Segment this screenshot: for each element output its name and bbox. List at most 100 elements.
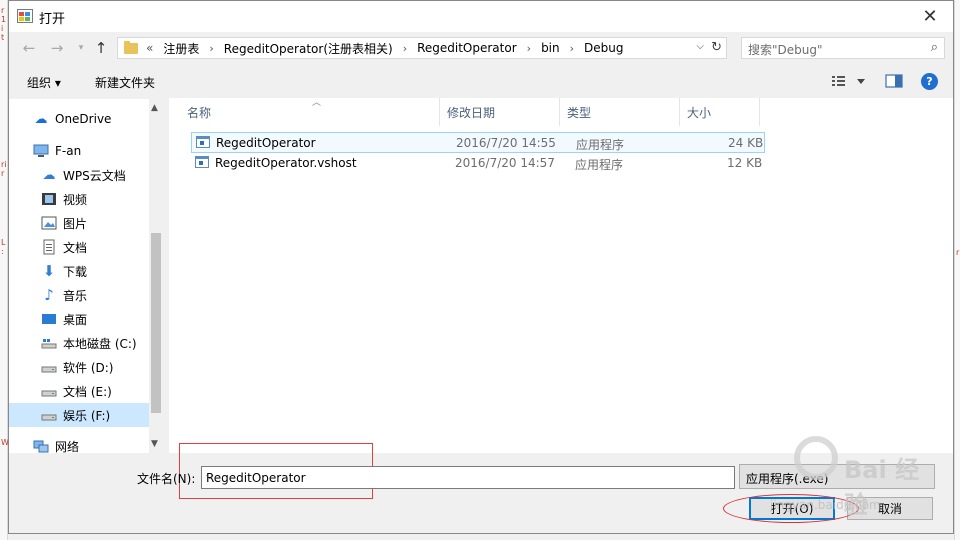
column-header-label: 类型 [567, 105, 592, 120]
column-header-date[interactable]: 修改日期 [440, 98, 560, 126]
sidebar-item-onedrive[interactable]: ☁ OneDrive [9, 107, 149, 131]
background-right-strip: r [954, 0, 960, 540]
sidebar-item-documents[interactable]: 文档 [9, 235, 149, 259]
filename-input[interactable]: RegeditOperator ⌵ [201, 466, 735, 489]
close-icon: ✕ [922, 6, 938, 27]
refresh-icon[interactable]: ↻ [711, 40, 722, 55]
column-header-name[interactable]: 名称 [180, 98, 440, 126]
sidebar-item-label: 下载 [63, 264, 88, 279]
file-size: 12 KB [727, 156, 763, 170]
sidebar-item-label: 软件 (D:) [63, 360, 114, 375]
scrollbar-thumb[interactable] [151, 233, 161, 413]
breadcrumb-item[interactable]: 注册表 [163, 40, 199, 57]
music-icon: ♪ [44, 286, 54, 304]
preview-pane-icon[interactable] [885, 73, 903, 89]
application-icon [196, 136, 210, 148]
breadcrumb-overflow-icon[interactable]: « [146, 41, 153, 55]
breadcrumb-separator-icon[interactable]: › [527, 42, 531, 55]
background-marks: r1it [1, 6, 7, 42]
view-options-icon[interactable] [831, 73, 869, 89]
file-size: 24 KB [728, 136, 764, 150]
address-bar[interactable]: « 注册表 › RegeditOperator(注册表相关) › Regedit… [117, 37, 727, 59]
sidebar-item-wps-cloud[interactable]: ☁ WPS云文档 [9, 163, 149, 187]
breadcrumb-item[interactable]: RegeditOperator [417, 41, 517, 55]
dialog-title: 打开 [39, 12, 66, 27]
forward-arrow-icon: → [50, 39, 64, 57]
navigation-pane: ☁ OneDrive F-an ☁ WPS云文档 视频 图片 文档 ⬇ 下载 ♪… [9, 98, 163, 453]
sidebar-item-computer[interactable]: F-an [9, 139, 149, 163]
breadcrumb-item[interactable]: RegeditOperator(注册表相关) [224, 40, 393, 57]
up-button[interactable]: ↑ [91, 38, 111, 58]
background-left-strip: r1it ri r L: W [0, 0, 9, 540]
search-input[interactable]: 搜索"Debug" ⌕ [741, 37, 945, 59]
breadcrumb-separator-icon[interactable]: › [570, 42, 574, 55]
sidebar-item-videos[interactable]: 视频 [9, 187, 149, 211]
back-button[interactable]: ← [19, 38, 39, 58]
file-type: 应用程序 [576, 138, 625, 152]
sidebar-item-network[interactable]: 网络 [9, 434, 149, 453]
recent-locations-button[interactable]: ▾ [71, 38, 91, 58]
command-toolbar: 组织 ▾ 新建文件夹 ? [9, 64, 953, 98]
breadcrumb-item[interactable]: bin [541, 41, 560, 55]
sidebar-item-drive-f[interactable]: 娱乐 (F:) [9, 403, 149, 427]
sidebar-item-music[interactable]: ♪ 音乐 [9, 283, 149, 307]
sidebar-item-label: F-an [55, 144, 82, 158]
column-header-type[interactable]: 类型 [560, 98, 680, 126]
close-button[interactable]: ✕ [907, 1, 953, 32]
search-placeholder: 搜索"Debug" [748, 43, 823, 57]
file-name: RegeditOperator [216, 136, 316, 150]
sidebar-item-label: OneDrive [55, 112, 112, 126]
sidebar-item-label: 本地磁盘 (C:) [63, 336, 137, 351]
sidebar-item-drive-d[interactable]: 软件 (D:) [9, 355, 149, 379]
address-history-chevron-icon[interactable]: ⌵ [696, 41, 704, 52]
breadcrumb-separator-icon[interactable]: › [403, 42, 407, 55]
sidebar-item-drive-e[interactable]: 文档 (E:) [9, 379, 149, 403]
breadcrumb-separator-icon[interactable]: › [209, 42, 213, 55]
desktop-icon [42, 314, 56, 324]
cloud-icon: ☁ [34, 111, 48, 127]
search-icon[interactable]: ⌕ [931, 40, 938, 55]
navigation-pane-scrollbar[interactable]: ▲ ▼ [149, 99, 163, 453]
computer-icon [33, 144, 49, 157]
drive-icon [41, 414, 57, 421]
column-header-size[interactable]: 大小 [680, 98, 760, 126]
scroll-up-icon[interactable]: ▲ [151, 103, 158, 113]
sidebar-item-desktop[interactable]: 桌面 [9, 307, 149, 331]
picture-icon [41, 216, 57, 230]
file-date: 2016/7/20 14:57 [455, 156, 555, 170]
scroll-down-icon[interactable]: ▼ [151, 439, 158, 449]
chevron-down-icon: ▾ [78, 43, 84, 53]
drive-icon [41, 366, 57, 373]
file-list: ︿ 名称 修改日期 类型 大小 RegeditOperator 2016/7/2… [169, 98, 953, 453]
sidebar-item-drive-c[interactable]: 本地磁盘 (C:) [9, 331, 149, 355]
chevron-down-icon[interactable]: ⌵ [206, 471, 730, 482]
sidebar-item-label: 图片 [63, 216, 88, 231]
sidebar-item-label: 视频 [63, 192, 88, 207]
file-row[interactable]: RegeditOperator 2016/7/20 14:55 应用程序 24 … [191, 132, 765, 153]
help-icon[interactable]: ? [921, 73, 938, 90]
baidu-watermark: Bai 经验 jingyan.baidu.com [770, 436, 940, 526]
sidebar-item-label: 音乐 [63, 288, 88, 303]
sidebar-item-pictures[interactable]: 图片 [9, 211, 149, 235]
file-type: 应用程序 [575, 158, 624, 172]
dialog-app-icon [17, 9, 33, 23]
paw-logo-icon [794, 436, 838, 480]
watermark-url: jingyan.baidu.com [770, 498, 881, 512]
filename-label: 文件名(N): [137, 472, 196, 486]
drive-icon [41, 390, 57, 397]
breadcrumb-item[interactable]: Debug [584, 41, 623, 55]
cloud-outline-icon: ☁ [42, 167, 56, 183]
network-icon [33, 440, 49, 453]
sidebar-item-label: 文档 [63, 240, 88, 255]
download-icon: ⬇ [42, 262, 56, 280]
background-marks: r [956, 248, 960, 257]
sidebar-item-downloads[interactable]: ⬇ 下载 [9, 259, 149, 283]
file-row[interactable]: RegeditOperator.vshost 2016/7/20 14:57 应… [191, 153, 765, 174]
folder-icon [124, 40, 138, 54]
organize-button[interactable]: 组织 ▾ [27, 74, 61, 91]
forward-button[interactable]: → [47, 38, 67, 58]
navigation-bar: ← → ▾ ↑ « 注册表 › RegeditOperator(注册表相关) ›… [9, 32, 953, 64]
background-marks: L: [1, 238, 6, 256]
file-name: RegeditOperator.vshost [215, 156, 357, 170]
new-folder-button[interactable]: 新建文件夹 [95, 74, 155, 91]
